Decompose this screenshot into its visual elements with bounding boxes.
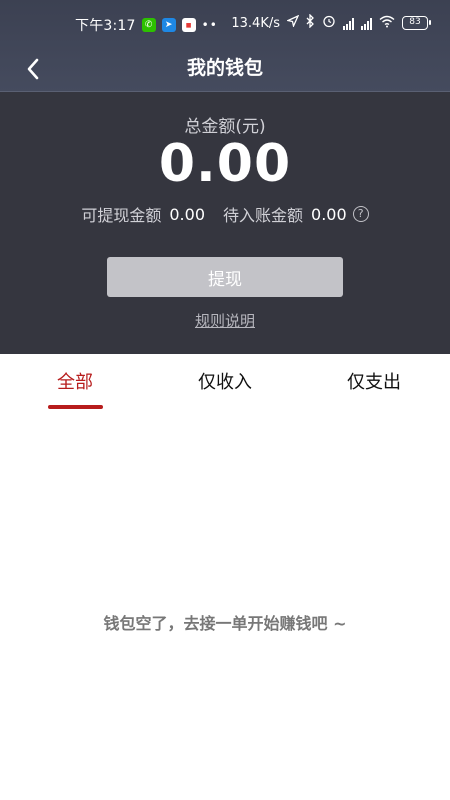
tab-expense-only[interactable]: 仅支出 [334, 368, 414, 394]
signal-icon-2 [361, 17, 372, 30]
question-circle-icon[interactable]: ? [352, 206, 369, 222]
balances-row: 可提现金额 0.00 待入账金额 0.00 ? [0, 202, 450, 226]
network-speed: 13.4K/s [231, 15, 280, 31]
total-amount-value: 0.00 [158, 134, 292, 194]
wechat-icon: ✆ [141, 18, 156, 32]
bluetooth-icon [306, 13, 315, 32]
active-tab-indicator [48, 405, 103, 409]
wallet-summary: 总金额(元) 0.00 可提现金额 0.00 待入账金额 0.00 ? 提现 规… [0, 92, 450, 354]
status-time: 下午3:17 [75, 18, 136, 34]
app-icon: ➤ [161, 18, 176, 32]
pending-label: 待入账金额 [223, 206, 304, 225]
location-icon [285, 14, 300, 31]
withdrawable-label: 可提现金额 [81, 206, 162, 225]
status-right: 13.4K/s 83 [231, 13, 431, 32]
rules-link[interactable]: 规则说明 [0, 310, 450, 331]
signal-icon [343, 17, 354, 30]
wifi-icon [379, 15, 395, 32]
nav-bar: 我的钱包 [0, 46, 450, 92]
withdrawable-value: 0.00 [169, 204, 205, 224]
alarm-icon [322, 14, 336, 32]
pending-value: 0.00 [311, 204, 347, 224]
tab-income-only[interactable]: 仅收入 [185, 368, 265, 394]
status-bar: 下午3:17 ✆ ➤ ■ •• 13.4K/s 83 [0, 0, 450, 46]
withdraw-button[interactable]: 提现 [107, 257, 343, 297]
empty-state-message: 钱包空了，去接一单开始赚钱吧 ~ [103, 614, 347, 633]
tab-all[interactable]: 全部 [45, 368, 105, 394]
battery-icon: 83 [402, 16, 431, 30]
status-left: 下午3:17 ✆ ➤ ■ •• [75, 15, 218, 35]
transaction-tabs: 全部 仅收入 仅支出 [0, 354, 450, 412]
more-notifications-icon: •• [201, 18, 218, 32]
header: 下午3:17 ✆ ➤ ■ •• 13.4K/s 83 我的钱包 [0, 0, 450, 92]
news-app-icon: ■ [181, 18, 196, 32]
page-title: 我的钱包 [186, 57, 263, 79]
